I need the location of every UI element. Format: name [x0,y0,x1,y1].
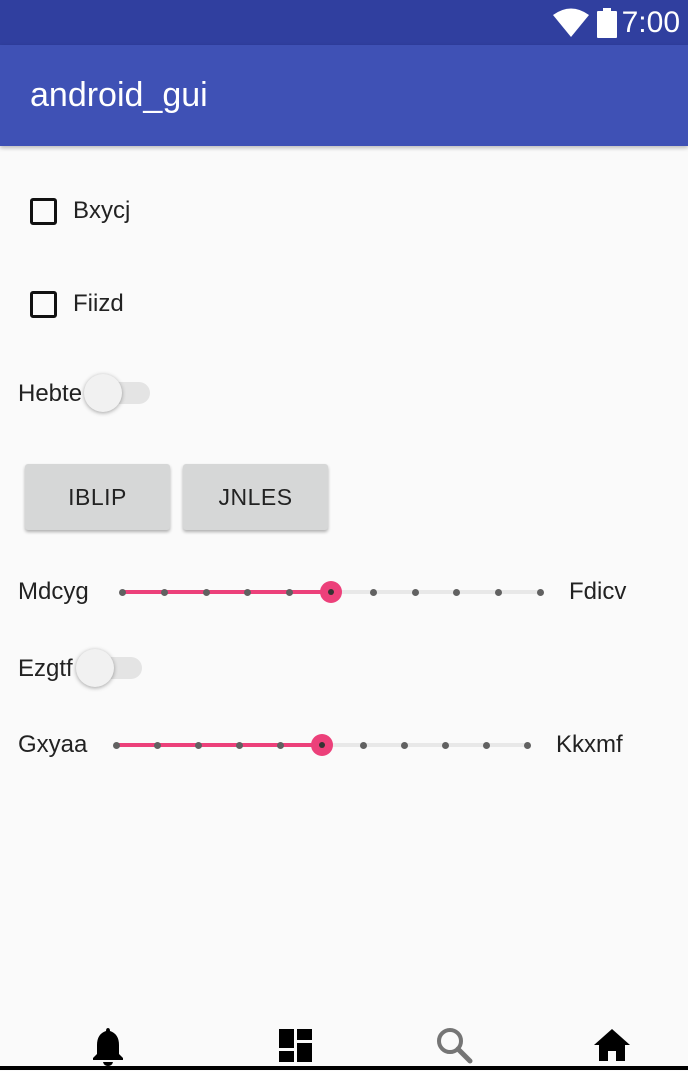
checkbox-box[interactable] [30,197,57,225]
slider-tick [160,589,168,596]
home-icon[interactable] [592,1026,632,1066]
slider-tick [113,742,120,749]
checkbox-bxycj[interactable]: Bxycj [30,193,130,229]
slider-left-label: Gxyaa [18,731,88,758]
slider-tick [369,589,377,596]
slider-tick [495,589,503,596]
slider-tick [195,742,203,749]
slider-right-label: Kkxmf [556,731,623,758]
slider-tick [277,742,285,749]
bottom-navigation [0,1010,688,1070]
bottom-edge-bar [0,1066,688,1070]
slider-gxyaa[interactable] [113,730,531,760]
switch-label-hebte: Hebte [18,380,83,407]
slider-tick [411,589,419,596]
slider-tick [400,742,408,749]
checkbox-box[interactable] [30,290,57,318]
slider-fill [122,590,331,594]
slider-tick [286,589,294,596]
slider-thumb[interactable] [320,581,342,603]
iblip-button[interactable]: IBLIP [25,464,170,530]
checkbox-label: Fiizd [73,290,124,317]
slider-tick [244,589,252,596]
slider-right-label: Fdicv [569,578,627,605]
slider-tick [453,589,461,596]
switch-ezgtf[interactable] [76,649,142,687]
slider-tick [236,742,244,749]
slider-tick [537,589,544,596]
status-time: 7:00 [621,6,680,39]
status-bar: 7:00 [0,0,688,45]
slider-mdcyg[interactable] [119,577,544,607]
battery-icon [597,8,617,38]
checkbox-label: Bxycj [73,197,131,224]
switch-label-ezgtf: Ezgtf [18,655,73,682]
slider-tick [524,742,531,749]
slider-tick [119,589,126,596]
slider-tick [202,589,210,596]
app-bar: android_gui [0,45,688,146]
wifi-icon [553,8,589,37]
checkbox-fiizd[interactable]: Fiizd [30,286,124,322]
slider-tick [441,742,449,749]
slider-tick [154,742,162,749]
slider-tick [482,742,490,749]
switch-thumb[interactable] [84,374,122,412]
dashboard-icon[interactable] [276,1026,316,1066]
bell-icon[interactable] [88,1026,128,1066]
jnles-button[interactable]: JNLES [183,464,328,530]
slider-left-label: Mdcyg [18,578,89,605]
slider-tick [359,742,367,749]
slider-fill [116,743,322,747]
search-icon[interactable] [435,1026,475,1066]
switch-thumb[interactable] [76,649,114,687]
app-title: android_gui [30,76,208,114]
slider-thumb[interactable] [310,734,333,756]
switch-hebte[interactable] [84,374,150,412]
